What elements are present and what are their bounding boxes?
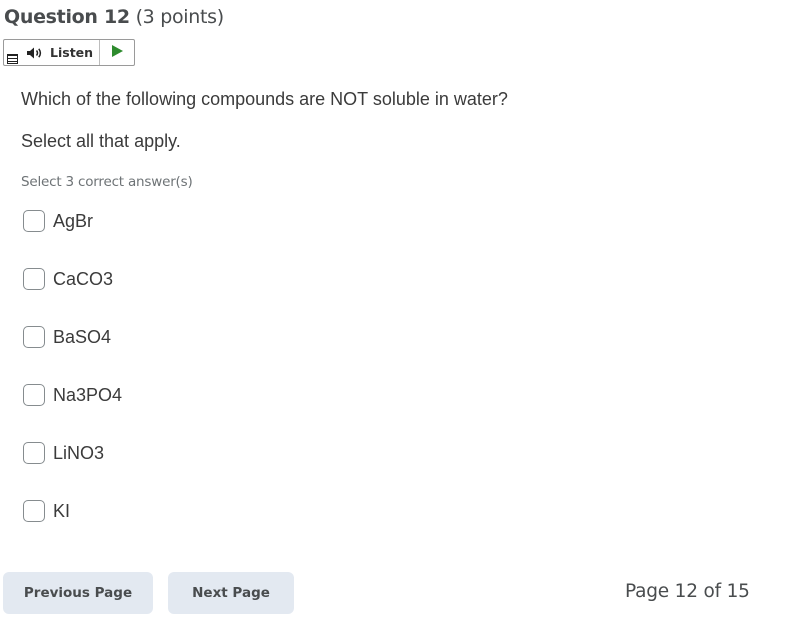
answer-label: LiNO3 xyxy=(53,442,105,463)
answer-option-na3po4[interactable]: Na3PO4 xyxy=(23,382,122,408)
question-title: Question 12 xyxy=(4,6,130,28)
answer-checkbox[interactable] xyxy=(23,500,45,522)
answer-option-caco3[interactable]: CaCO3 xyxy=(23,266,113,292)
menu-icon xyxy=(7,54,18,64)
answer-label: Na3PO4 xyxy=(53,384,123,405)
answer-checkbox[interactable] xyxy=(23,210,45,232)
next-page-button[interactable]: Next Page xyxy=(168,572,294,614)
answer-checkbox[interactable] xyxy=(23,442,45,464)
answer-checkbox[interactable] xyxy=(23,384,45,406)
answer-label: CaCO3 xyxy=(53,268,114,289)
answer-label: AgBr xyxy=(53,210,94,231)
answer-label: BaSO4 xyxy=(53,326,112,347)
question-text: Which of the following compounds are NOT… xyxy=(21,89,508,109)
listen-label: Listen xyxy=(50,45,94,60)
question-points: (3 points) xyxy=(135,6,225,28)
question-instruction: Select all that apply. xyxy=(21,131,181,151)
answer-label: KI xyxy=(53,500,71,521)
answer-option-ki[interactable]: KI xyxy=(23,498,70,524)
answer-option-agbr[interactable]: AgBr xyxy=(23,208,93,234)
play-icon xyxy=(111,44,123,62)
answer-option-lino3[interactable]: LiNO3 xyxy=(23,440,104,466)
question-header: Question 12 (3 points) xyxy=(4,6,224,28)
page-indicator: Page 12 of 15 xyxy=(625,581,750,602)
answer-hint: Select 3 correct answer(s) xyxy=(21,174,193,190)
previous-page-button[interactable]: Previous Page xyxy=(3,572,153,614)
answer-checkbox[interactable] xyxy=(23,268,45,290)
listen-button[interactable]: Listen xyxy=(20,40,101,65)
listen-menu-button[interactable] xyxy=(4,40,20,65)
play-button[interactable] xyxy=(100,40,134,65)
speaker-icon xyxy=(26,46,44,60)
answer-checkbox[interactable] xyxy=(23,326,45,348)
listen-toolbar: Listen xyxy=(3,39,135,66)
answer-option-baso4[interactable]: BaSO4 xyxy=(23,324,111,350)
